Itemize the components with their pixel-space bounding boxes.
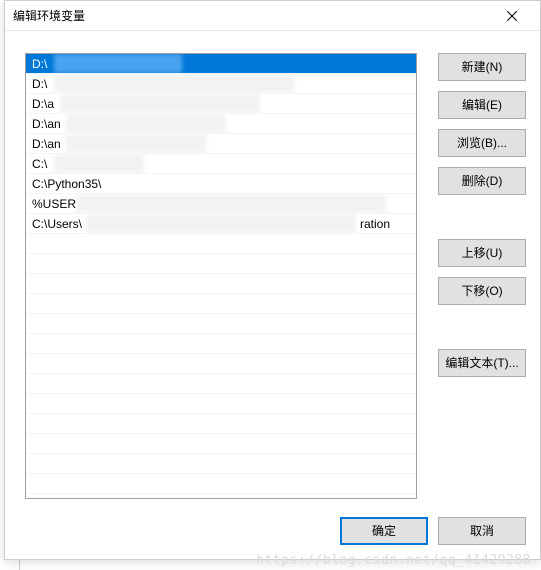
list-item-text: %USER [32, 197, 76, 211]
list-item-empty[interactable] [26, 354, 416, 374]
list-item-empty[interactable] [26, 254, 416, 274]
move-up-button[interactable]: 上移(U) [438, 239, 526, 267]
list-item-empty[interactable] [26, 274, 416, 294]
list-item-empty[interactable] [26, 414, 416, 434]
list-item-empty[interactable] [26, 474, 416, 494]
list-item-empty[interactable] [26, 434, 416, 454]
list-item-empty[interactable] [26, 394, 416, 414]
list-item[interactable]: D:\a [26, 94, 416, 114]
dialog-footer: 确定 取消 [340, 517, 526, 545]
edit-text-button[interactable]: 编辑文本(T)... [438, 349, 526, 377]
list-item-text: D:\ [32, 57, 47, 71]
list-item-empty[interactable] [26, 454, 416, 474]
move-down-button[interactable]: 下移(O) [438, 277, 526, 305]
cancel-button[interactable]: 取消 [438, 517, 526, 545]
list-item-text: D:\an [32, 137, 61, 151]
ok-button[interactable]: 确定 [340, 517, 428, 545]
list-item-text: D:\an [32, 117, 61, 131]
list-item-empty[interactable] [26, 234, 416, 254]
new-button[interactable]: 新建(N) [438, 53, 526, 81]
list-item-text: C:\Users\ [32, 217, 82, 231]
list-item[interactable]: D:\an [26, 114, 416, 134]
list-item-empty[interactable] [26, 314, 416, 334]
list-item-empty[interactable] [26, 334, 416, 354]
delete-button[interactable]: 删除(D) [438, 167, 526, 195]
list-item-suffix: ration [360, 214, 390, 234]
dialog-title: 编辑环境变量 [13, 1, 85, 31]
list-item-empty[interactable] [26, 374, 416, 394]
list-item[interactable]: C:\Python35\ [26, 174, 416, 194]
list-item[interactable]: %USER [26, 194, 416, 214]
side-buttons: 新建(N) 编辑(E) 浏览(B)... 删除(D) 上移(U) 下移(O) 编… [438, 53, 526, 377]
list-item-text: C:\ [32, 157, 47, 171]
list-item[interactable]: D:\ [26, 74, 416, 94]
close-button[interactable] [492, 2, 532, 30]
edit-env-var-dialog: 编辑环境变量 D:\ D:\ D:\a D:\an D:\an C:\ C:\Python3… [4, 0, 541, 560]
list-item-empty[interactable] [26, 294, 416, 314]
list-item[interactable]: D:\an [26, 134, 416, 154]
browse-button[interactable]: 浏览(B)... [438, 129, 526, 157]
close-icon [507, 11, 517, 21]
list-item-text: D:\ [32, 77, 47, 91]
titlebar: 编辑环境变量 [5, 1, 540, 31]
list-item[interactable]: C:\ [26, 154, 416, 174]
list-item-text: D:\a [32, 97, 54, 111]
list-item-text: C:\Python35\ [32, 177, 101, 191]
list-item[interactable]: D:\ [26, 54, 416, 74]
edit-button[interactable]: 编辑(E) [438, 91, 526, 119]
path-list[interactable]: D:\ D:\ D:\a D:\an D:\an C:\ C:\Python35\ %USER… [25, 53, 417, 499]
list-item[interactable]: C:\Users\ ration [26, 214, 416, 234]
